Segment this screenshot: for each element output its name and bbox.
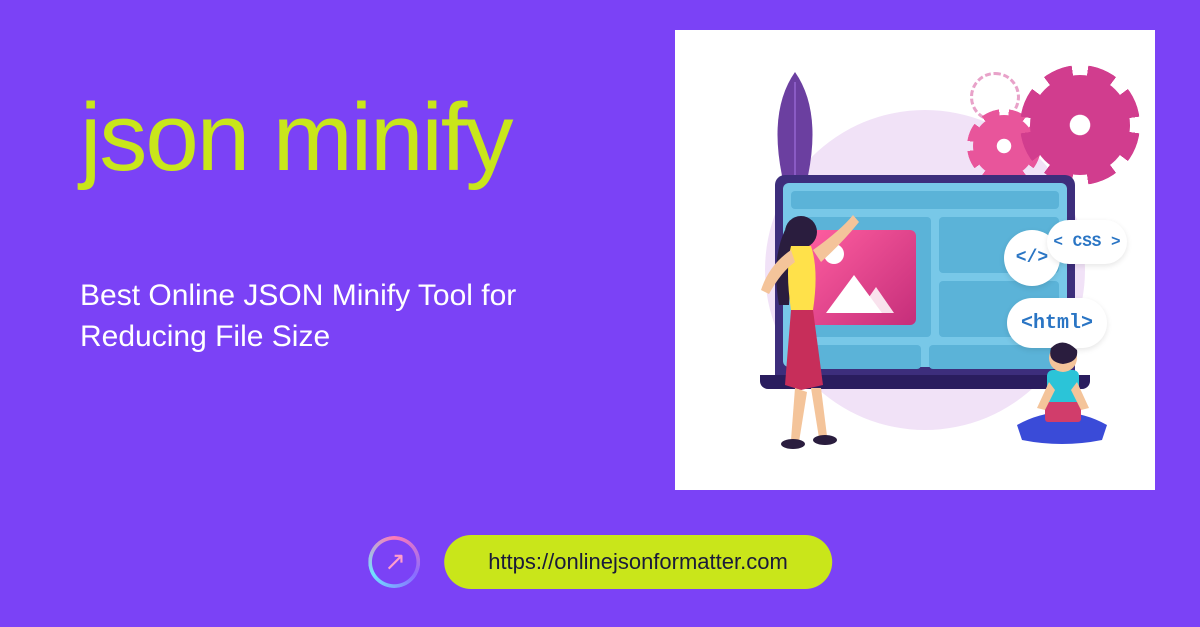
page-subtitle: Best Online JSON Minify Tool for Reducin… <box>80 276 620 357</box>
page-title: json minify <box>80 90 620 186</box>
footer: ↗ https://onlinejsonformatter.com <box>368 535 832 589</box>
website-link-button[interactable]: https://onlinejsonformatter.com <box>444 535 832 589</box>
hero-section: json minify Best Online JSON Minify Tool… <box>80 90 620 357</box>
woman-figure-icon <box>741 210 861 450</box>
man-figure-icon <box>1007 340 1117 450</box>
gear-big-icon <box>1030 75 1130 175</box>
illustration-card: </> < CSS > <html> <box>675 30 1155 490</box>
css-badge: < CSS > <box>1047 220 1127 264</box>
illustration: </> < CSS > <html> <box>705 60 1125 460</box>
external-link-icon: ↗ <box>368 536 420 588</box>
